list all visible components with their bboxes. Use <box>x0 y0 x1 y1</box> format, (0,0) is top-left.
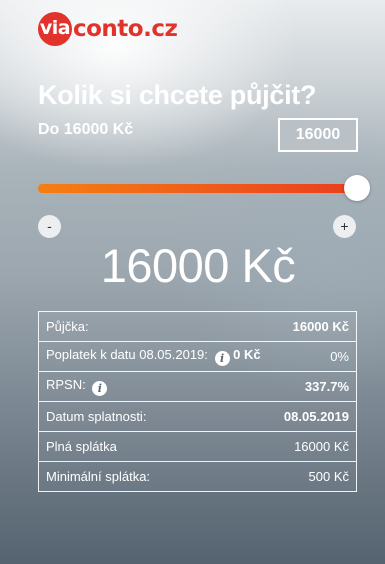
table-row: Plná splátka 16000 Kč <box>37 431 357 462</box>
amount-slider-fill <box>38 184 358 193</box>
logo-badge: via <box>38 12 72 46</box>
row-value-min-payment: 500 Kč <box>274 461 357 492</box>
table-row: Minimální splátka: 500 Kč <box>37 461 357 492</box>
info-icon[interactable]: i <box>92 381 108 396</box>
table-row: Datum splatnosti: 08.05.2019 <box>37 401 357 432</box>
logo-wordmark: conto.cz <box>73 16 178 42</box>
table-row: RPSN: i 337.7% <box>37 371 357 402</box>
loan-summary-table: Půjčka: 16000 Kč Poplatek k datu 08.05.2… <box>37 311 357 492</box>
row-label-rpsn-cell: RPSN: i <box>37 371 275 402</box>
row-value-rpsn: 337.7% <box>274 371 357 402</box>
table-row: Poplatek k datu 08.05.2019: i 0 Kč 0% <box>37 341 357 372</box>
row-label-fee: Poplatek k datu 08.05.2019: <box>46 347 208 362</box>
max-amount-label: Do 16000 Kč <box>38 121 134 138</box>
table-row: Půjčka: 16000 Kč <box>37 311 357 342</box>
row-value-full-payment: 16000 Kč <box>274 431 357 462</box>
row-label-full-payment: Plná splátka <box>37 431 275 462</box>
row-label-due-date: Datum splatnosti: <box>37 401 275 432</box>
amount-input[interactable] <box>278 118 358 152</box>
row-label-loan: Půjčka: <box>37 311 275 342</box>
row-value-due-date: 08.05.2019 <box>274 401 357 432</box>
page-title: Kolik si chcete půjčit? <box>38 80 317 110</box>
brand-logo[interactable]: via conto.cz <box>38 12 178 46</box>
row-value-loan: 16000 Kč <box>274 311 357 342</box>
amount-slider-track[interactable] <box>38 184 358 193</box>
selected-amount: 16000 Kč <box>100 239 296 292</box>
increase-button[interactable]: + <box>333 215 356 238</box>
decrease-button[interactable]: - <box>38 215 61 238</box>
row-label-min-payment: Minimální splátka: <box>37 461 275 492</box>
amount-slider-handle[interactable] <box>344 175 370 201</box>
row-label-rpsn: RPSN: <box>46 377 86 392</box>
info-icon[interactable]: i <box>214 351 230 366</box>
fee-amount: 0 Kč <box>233 347 261 362</box>
row-value-fee: 0% <box>274 341 357 372</box>
row-label-fee-cell: Poplatek k datu 08.05.2019: i 0 Kč <box>37 341 275 372</box>
